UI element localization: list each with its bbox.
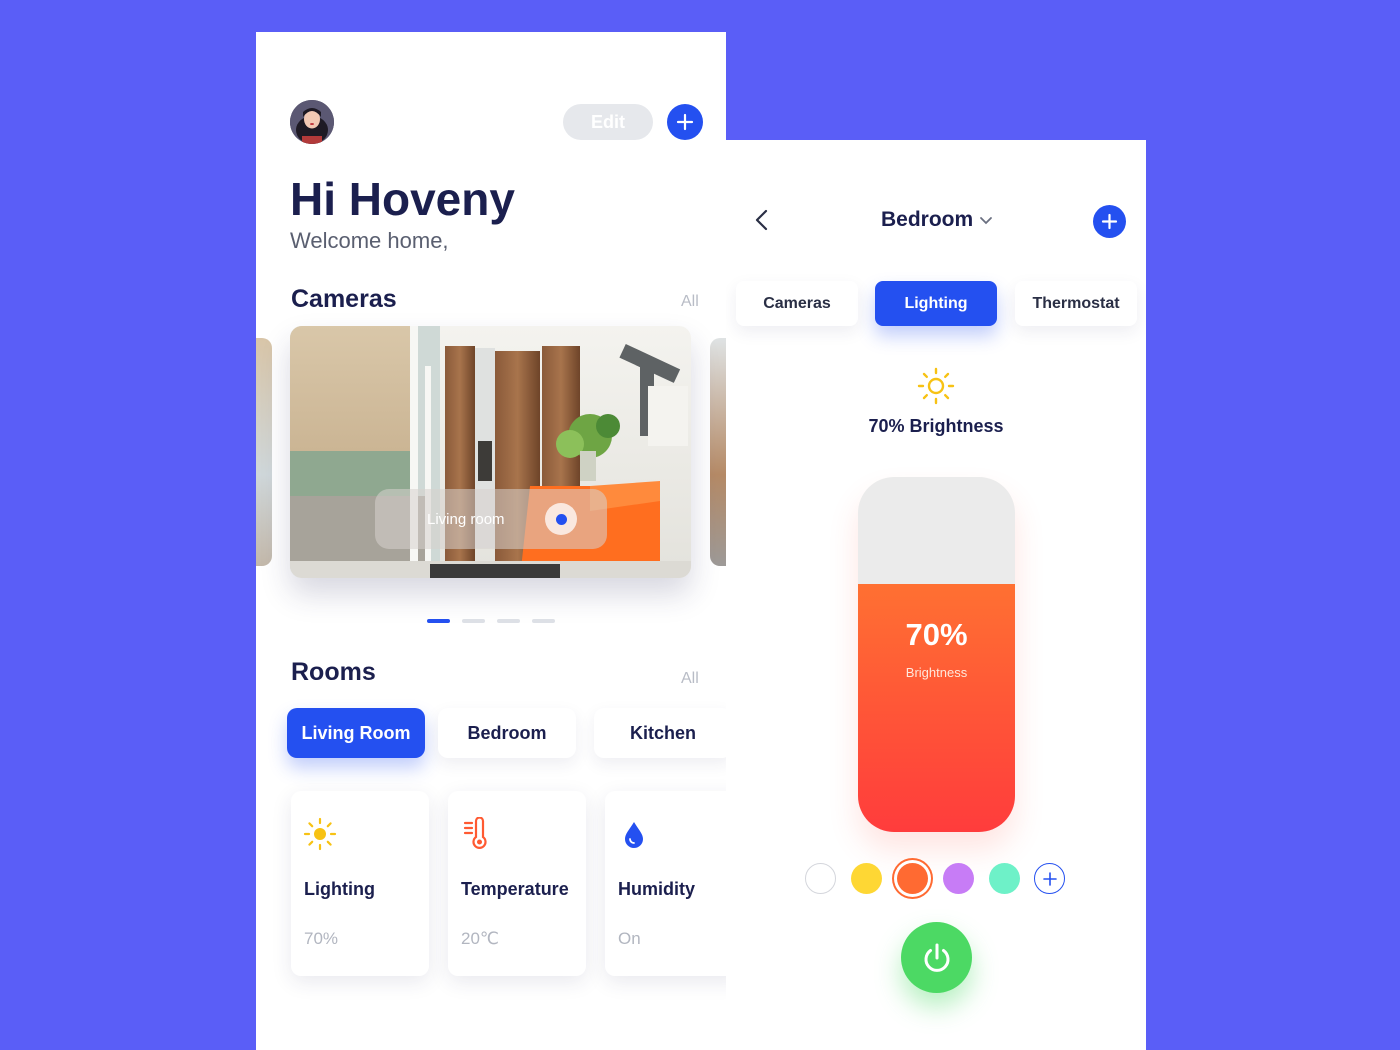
water-drop-icon: [625, 822, 643, 848]
room-title: Bedroom: [881, 208, 974, 231]
camera-card-previous[interactable]: [256, 338, 272, 566]
plus-icon: [676, 113, 694, 131]
tab-thermostat[interactable]: Thermostat: [1015, 281, 1137, 326]
camera-live-indicator[interactable]: [545, 503, 577, 535]
device-card-temperature[interactable]: Temperature 20℃: [448, 791, 586, 976]
device-name: Lighting: [304, 879, 375, 899]
avatar[interactable]: [290, 100, 334, 144]
edit-button[interactable]: Edit: [563, 104, 653, 140]
device-value: On: [618, 929, 641, 948]
pager-dot[interactable]: [462, 619, 485, 623]
power-button[interactable]: [901, 922, 972, 993]
room-selector[interactable]: Bedroom: [881, 208, 993, 232]
greeting-title: Hi Hoveny: [290, 173, 515, 225]
color-swatch[interactable]: [943, 863, 974, 894]
camera-pager: [427, 619, 555, 623]
add-color-button[interactable]: [1034, 863, 1065, 894]
cameras-all-link[interactable]: All: [681, 293, 699, 311]
rooms-all-link[interactable]: All: [681, 670, 699, 688]
color-swatch[interactable]: [805, 863, 836, 894]
room-control-screen: Bedroom Cameras Lighting Thermostat 70% …: [726, 140, 1146, 1050]
back-arrow-icon[interactable]: [752, 208, 774, 232]
camera-card-living-room[interactable]: Living room: [290, 326, 691, 578]
device-value: 20℃: [461, 929, 500, 948]
pager-dot[interactable]: [532, 619, 555, 623]
sun-icon: [303, 817, 337, 851]
welcome-subtitle: Welcome home,: [290, 228, 449, 253]
brightness-label: Brightness: [905, 665, 968, 680]
camera-card-next[interactable]: [710, 338, 726, 566]
chevron-down-icon: [980, 217, 993, 225]
plus-icon: [1101, 213, 1118, 230]
device-name: Humidity: [618, 879, 696, 899]
add-device-button[interactable]: [667, 104, 703, 140]
thermometer-icon: [463, 817, 487, 849]
cameras-section-title: Cameras: [291, 285, 397, 313]
room-tab-bedroom[interactable]: Bedroom: [438, 708, 576, 758]
color-swatch[interactable]: [989, 863, 1020, 894]
color-swatch[interactable]: [897, 863, 928, 894]
power-icon: [924, 943, 949, 972]
camera-room-label: Living room: [427, 511, 505, 528]
plus-icon: [1042, 871, 1057, 886]
room-tab-living-room[interactable]: Living Room: [287, 708, 425, 758]
brightness-slider[interactable]: 70% Brightness: [858, 477, 1015, 832]
camera-overlay: Living room: [375, 489, 607, 549]
home-screen: Edit Hi Hoveny Welcome home, Cameras All: [256, 32, 726, 1050]
tab-lighting[interactable]: Lighting: [875, 281, 997, 326]
sun-icon: [917, 367, 955, 405]
device-card-humidity[interactable]: Humidity On: [605, 791, 726, 976]
pager-dot[interactable]: [427, 619, 450, 623]
room-tab-kitchen[interactable]: Kitchen: [594, 708, 726, 758]
pager-dot[interactable]: [497, 619, 520, 623]
add-button[interactable]: [1093, 205, 1126, 238]
brightness-summary: 70% Brightness: [868, 416, 1004, 436]
device-name: Temperature: [461, 879, 569, 899]
device-card-lighting[interactable]: Lighting 70%: [291, 791, 429, 976]
color-swatch[interactable]: [851, 863, 882, 894]
device-value: 70%: [304, 929, 339, 948]
brightness-value: 70%: [905, 617, 968, 652]
tab-cameras[interactable]: Cameras: [736, 281, 858, 326]
rooms-section-title: Rooms: [291, 658, 376, 686]
